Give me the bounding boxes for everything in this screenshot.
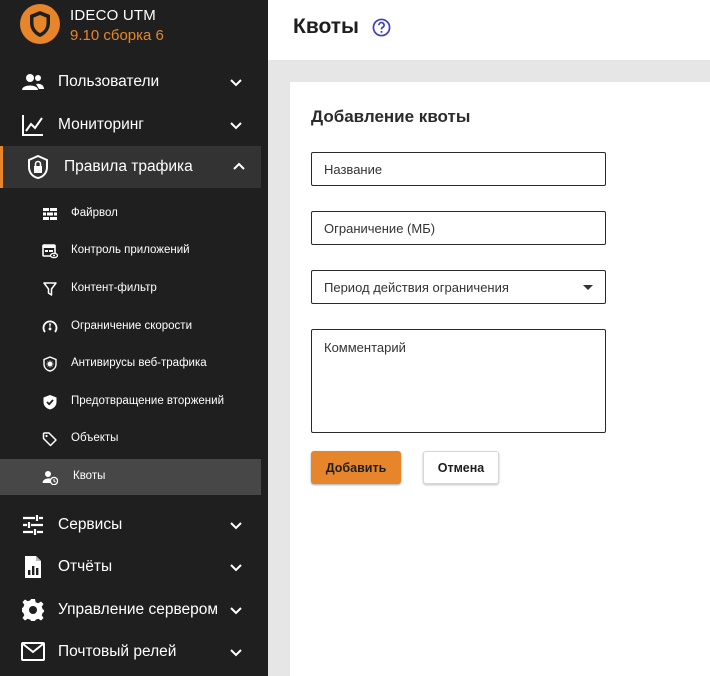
gear-icon — [22, 599, 44, 621]
chevron-down-icon — [230, 122, 242, 130]
app-window-eye-icon — [42, 244, 58, 259]
caret-down-icon — [583, 285, 593, 290]
period-select[interactable]: Период действия ограничения — [311, 270, 606, 304]
nav-label-reports: Отчёты — [58, 558, 113, 575]
brand: IDECO UTM 9.10 сборка 6 — [0, 0, 268, 60]
subnav-label-speed-limit: Ограничение скорости — [71, 320, 192, 332]
nav-label-services: Сервисы — [58, 516, 123, 533]
nav-label-mail-relay: Почтовый релей — [58, 643, 177, 660]
page-title: Квоты — [293, 15, 359, 38]
envelope-icon — [21, 642, 45, 661]
subnav-label-content-filter: Контент-фильтр — [71, 282, 157, 294]
speedometer-icon — [42, 320, 58, 333]
nav-label-traffic-rules: Правила трафика — [64, 158, 193, 175]
users-icon — [22, 74, 44, 90]
add-button[interactable]: Добавить — [311, 451, 401, 484]
chevron-down-icon — [230, 607, 242, 615]
subnav-label-web-antivirus: Антивирусы веб-трафика — [71, 357, 207, 369]
page-header: Квоты — [268, 0, 710, 60]
subnav-item-app-control[interactable]: Контроль приложений — [0, 233, 261, 269]
chevron-down-icon — [230, 649, 242, 657]
sidebar: IDECO UTM 9.10 сборка 6 Пользователи Мон… — [0, 0, 268, 676]
subnav-item-speed-limit[interactable]: Ограничение скорости — [0, 309, 261, 345]
nav-label-users: Пользователи — [58, 73, 160, 90]
add-quota-panel: Добавление квоты Период действия огранич… — [290, 82, 710, 676]
subnav-item-quotas[interactable]: Квоты — [0, 459, 261, 495]
subnav-item-intrusion-prevention[interactable]: Предотвращение вторжений — [0, 384, 261, 420]
limit-mb-input[interactable] — [311, 211, 606, 245]
shield-check-icon — [43, 395, 57, 410]
nav-item-users[interactable]: Пользователи — [0, 61, 261, 103]
nav-label-server-management: Управление сервером — [58, 601, 219, 618]
comment-textarea[interactable] — [311, 329, 606, 433]
shield-virus-icon — [43, 356, 57, 372]
subnav-item-firewall[interactable]: Файрвол — [0, 196, 261, 232]
period-select-placeholder: Период действия ограничения — [324, 280, 509, 295]
name-input[interactable] — [311, 152, 606, 186]
shield-logo-icon — [20, 4, 60, 44]
nav-item-services[interactable]: Сервисы — [0, 504, 261, 546]
subnav-label-app-control: Контроль приложений — [71, 244, 190, 256]
chevron-down-icon — [230, 79, 242, 87]
file-chart-icon — [25, 556, 41, 578]
chevron-down-icon — [230, 564, 242, 572]
subnav-item-content-filter[interactable]: Контент-фильтр — [0, 271, 261, 307]
brick-wall-icon — [43, 208, 57, 220]
nav-item-server-management[interactable]: Управление сервером — [0, 589, 261, 631]
form-title: Добавление квоты — [311, 107, 471, 126]
subnav-label-quotas: Квоты — [73, 470, 106, 482]
nav-label-monitoring: Мониторинг — [58, 116, 144, 133]
subnav-label-firewall: Файрвол — [71, 207, 118, 219]
subnav-item-web-antivirus[interactable]: Антивирусы веб-трафика — [0, 346, 261, 382]
chart-line-icon — [22, 115, 43, 136]
cancel-button[interactable]: Отмена — [423, 451, 499, 484]
funnel-icon — [43, 282, 57, 296]
nav-item-reports[interactable]: Отчёты — [0, 546, 261, 588]
subnav-label-intrusion-prevention: Предотвращение вторжений — [71, 395, 224, 407]
subnav-label-objects: Объекты — [71, 432, 119, 444]
subnav-item-objects[interactable]: Объекты — [0, 421, 261, 457]
question-circle-icon[interactable] — [372, 18, 391, 37]
nav-item-monitoring[interactable]: Мониторинг — [0, 104, 261, 146]
app-name: IDECO UTM — [70, 7, 156, 24]
app-version: 9.10 сборка 6 — [70, 27, 164, 44]
tag-icon — [42, 432, 57, 447]
nav-item-mail-relay[interactable]: Почтовый релей — [0, 631, 261, 673]
user-clock-icon — [42, 471, 58, 485]
chevron-down-icon — [230, 522, 242, 530]
shield-lock-icon — [28, 155, 48, 179]
sliders-icon — [23, 515, 43, 535]
chevron-up-icon — [233, 162, 245, 170]
nav-item-traffic-rules[interactable]: Правила трафика — [0, 146, 261, 188]
